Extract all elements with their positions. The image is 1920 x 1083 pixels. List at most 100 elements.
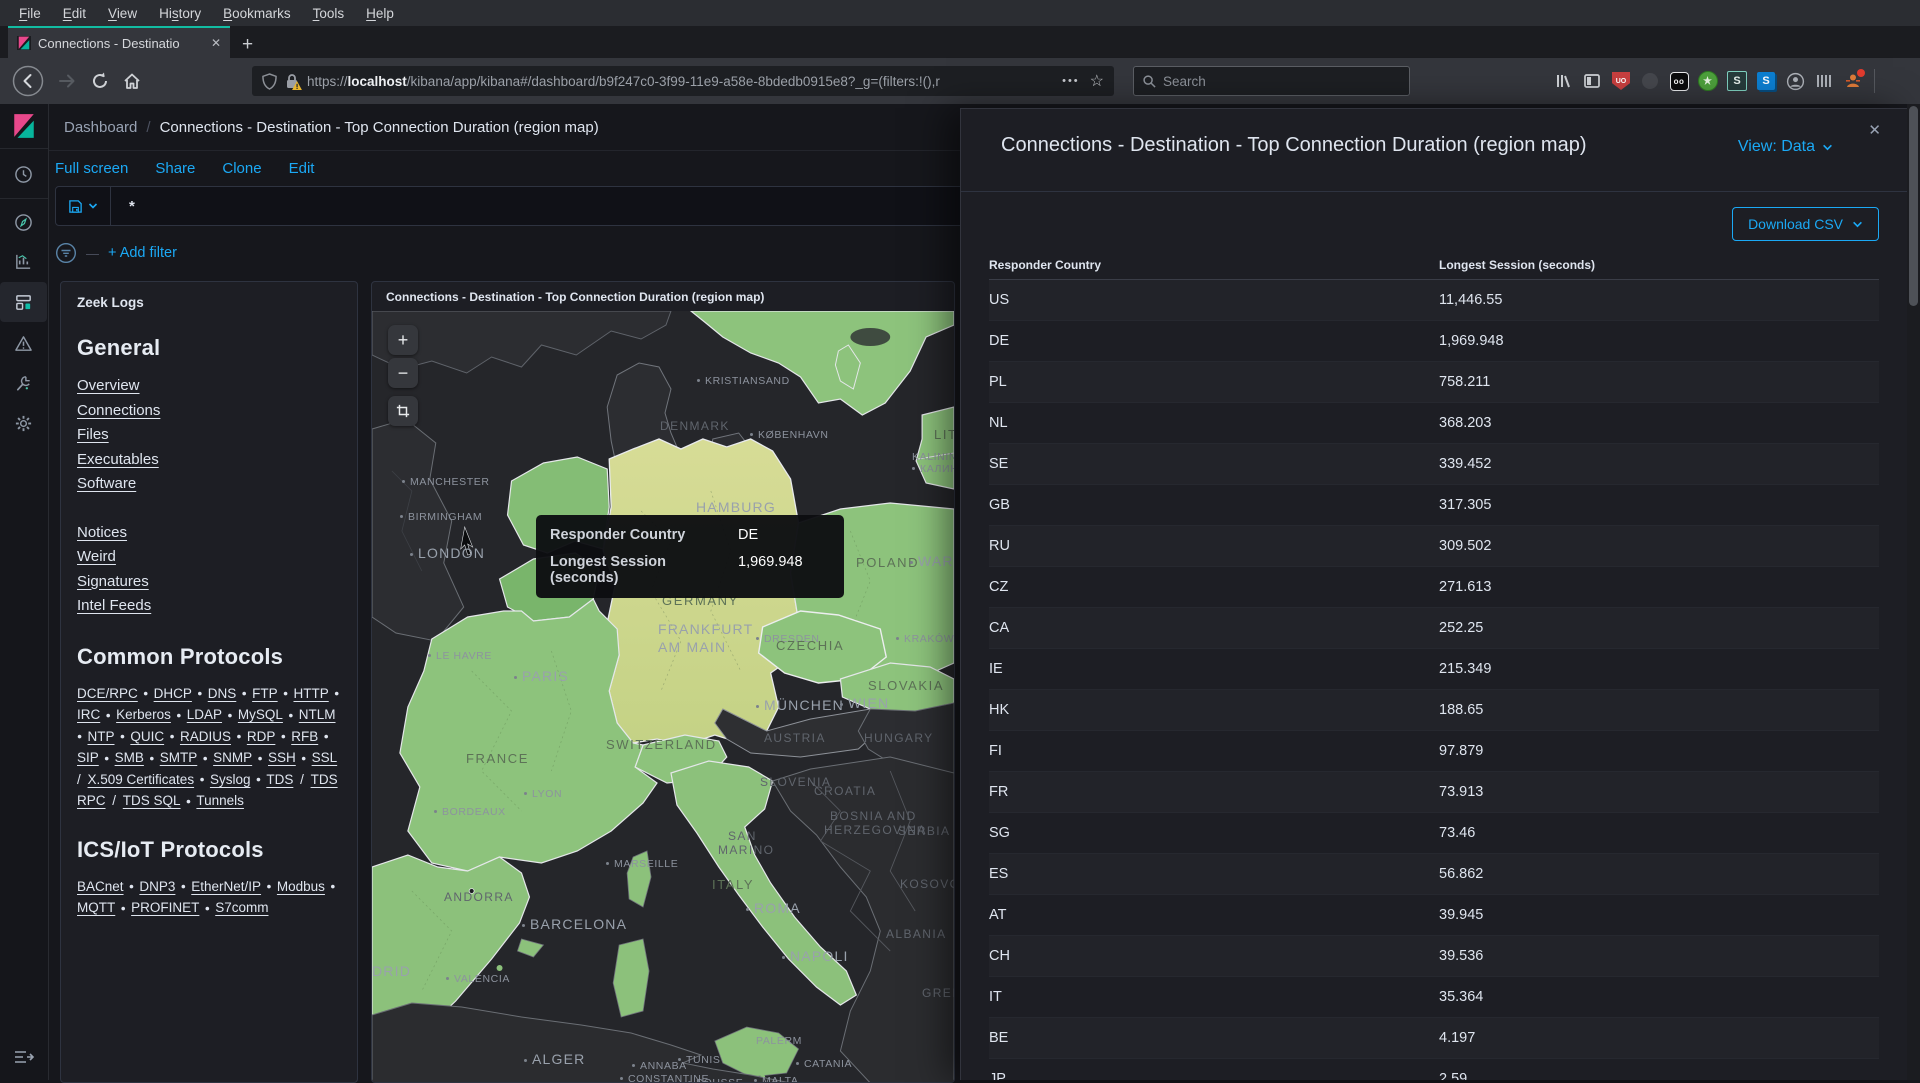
saved-query-menu[interactable] (56, 187, 111, 225)
protocol-link-x-509-certificates[interactable]: X.509 Certificates (88, 772, 195, 787)
table-row[interactable]: CZ 271.613 (989, 567, 1879, 608)
library-icon[interactable] (1550, 69, 1576, 93)
table-row[interactable]: SE 339.452 (989, 444, 1879, 485)
devtools-wrench-icon[interactable] (0, 363, 47, 403)
nav-link-intel-feeds[interactable]: Intel Feeds (77, 594, 341, 619)
protocol-link-syslog[interactable]: Syslog (210, 772, 251, 787)
collapse-nav-icon[interactable] (13, 1049, 35, 1070)
notification-extension-icon[interactable] (1840, 69, 1866, 93)
table-row[interactable]: NL 368.203 (989, 403, 1879, 444)
add-filter-link[interactable]: + Add filter (108, 245, 177, 261)
browser-search-bar[interactable]: Search (1133, 66, 1410, 96)
management-gear-icon[interactable] (0, 403, 47, 443)
protocol-link-ntp[interactable]: NTP (88, 729, 115, 744)
protocol-link-sip[interactable]: SIP (77, 750, 99, 765)
menu-file[interactable]: File (8, 6, 52, 21)
share-link[interactable]: Share (155, 160, 195, 177)
table-row[interactable]: JP 2.59 (989, 1059, 1879, 1080)
protocol-link-kerberos[interactable]: Kerberos (116, 707, 171, 722)
nav-link-connections[interactable]: Connections (77, 399, 341, 424)
protocol-link-bacnet[interactable]: BACnet (77, 879, 124, 894)
lock-warning-icon[interactable] (285, 73, 302, 90)
protocol-link-smb[interactable]: SMB (115, 750, 144, 765)
green-extension-icon[interactable] (1695, 69, 1721, 93)
table-row[interactable]: HK 188.65 (989, 690, 1879, 731)
protocol-link-dnp3[interactable]: DNP3 (139, 879, 175, 894)
table-row[interactable]: FI 97.879 (989, 731, 1879, 772)
browser-tab[interactable]: Connections - Destinatio ✕ (8, 26, 230, 58)
table-row[interactable]: SG 73.46 (989, 813, 1879, 854)
protocol-link-dhcp[interactable]: DHCP (154, 686, 192, 701)
map-zoom-in-button[interactable]: + (388, 325, 418, 355)
protocol-link-tunnels[interactable]: Tunnels (196, 793, 244, 808)
scrollbar-thumb[interactable] (1909, 106, 1918, 306)
tab-close-icon[interactable]: ✕ (211, 36, 221, 50)
dimmed-extension-icon[interactable] (1637, 69, 1663, 93)
protocol-link-profinet[interactable]: PROFINET (131, 900, 199, 915)
dark-s-extension-icon[interactable]: S (1724, 69, 1750, 93)
protocol-link-http[interactable]: HTTP (293, 686, 328, 701)
protocol-link-ethernet-ip[interactable]: EtherNet/IP (191, 879, 261, 894)
table-row[interactable]: CH 39.536 (989, 936, 1879, 977)
menu-history[interactable]: History (148, 6, 212, 21)
ublock-origin-icon[interactable]: UO (1608, 69, 1634, 93)
download-csv-button[interactable]: Download CSV (1732, 207, 1879, 241)
clone-link[interactable]: Clone (222, 160, 261, 177)
column-responder-country[interactable]: Responder Country (989, 258, 1439, 272)
nav-link-signatures[interactable]: Signatures (77, 570, 341, 595)
nav-link-weird[interactable]: Weird (77, 545, 341, 570)
protocol-link-dns[interactable]: DNS (208, 686, 237, 701)
protocol-link-mysql[interactable]: MySQL (238, 707, 283, 722)
edit-link[interactable]: Edit (289, 160, 315, 177)
table-row[interactable]: AT 39.945 (989, 895, 1879, 936)
recently-viewed-clock-icon[interactable] (0, 154, 47, 194)
nav-link-files[interactable]: Files (77, 423, 341, 448)
nav-link-software[interactable]: Software (77, 472, 341, 497)
table-row[interactable]: GB 317.305 (989, 485, 1879, 526)
table-row[interactable]: ES 56.862 (989, 854, 1879, 895)
protocol-link-snmp[interactable]: SNMP (213, 750, 252, 765)
forward-button[interactable] (56, 70, 78, 92)
protocol-link-mqtt[interactable]: MQTT (77, 900, 115, 915)
protocol-link-irc[interactable]: IRC (77, 707, 100, 722)
protocol-link-modbus[interactable]: Modbus (277, 879, 325, 894)
shield-icon[interactable] (262, 72, 277, 90)
protocol-link-dce-rpc[interactable]: DCE/RPC (77, 686, 138, 701)
column-longest-session[interactable]: Longest Session (seconds) (1439, 258, 1879, 272)
protocol-link-quic[interactable]: QUIC (130, 729, 164, 744)
protocol-link-ssl[interactable]: SSL (312, 750, 338, 765)
menu-tools[interactable]: Tools (302, 6, 356, 21)
protocol-link-rdp[interactable]: RDP (247, 729, 276, 744)
close-icon[interactable]: ✕ (1862, 120, 1887, 140)
dashboard-icon[interactable] (0, 282, 47, 322)
view-data-selector[interactable]: View: Data (1738, 138, 1833, 156)
map-fit-bounds-button[interactable] (388, 396, 418, 426)
account-icon[interactable] (1782, 69, 1808, 93)
table-row[interactable]: IE 215.349 (989, 649, 1879, 690)
visualize-chart-icon[interactable] (0, 241, 47, 281)
table-row[interactable]: DE 1,969.948 (989, 321, 1879, 362)
protocol-link-ftp[interactable]: FTP (252, 686, 278, 701)
menu-hamburger-icon[interactable] (1886, 75, 1904, 88)
table-row[interactable]: CA 252.25 (989, 608, 1879, 649)
url-bar[interactable]: https://localhost/kibana/app/kibana#/das… (252, 66, 1114, 96)
sidebar-icon[interactable] (1579, 69, 1605, 93)
menu-edit[interactable]: Edit (52, 6, 97, 21)
nav-link-notices[interactable]: Notices (77, 521, 341, 546)
containers-icon[interactable] (1811, 69, 1837, 93)
alerts-triangle-icon[interactable] (0, 323, 47, 363)
home-button[interactable] (122, 71, 142, 91)
menu-bookmarks[interactable]: Bookmarks (212, 6, 302, 21)
back-button[interactable] (12, 65, 44, 97)
protocol-link-ssh[interactable]: SSH (268, 750, 296, 765)
region-map[interactable]: KRISTIANSAND DENMARK KØBENHAVN LIT KALININGR… (372, 311, 954, 1082)
menu-help[interactable]: Help (355, 6, 405, 21)
protocol-link-tds[interactable]: TDS (266, 772, 293, 787)
map-zoom-out-button[interactable]: − (388, 358, 418, 388)
table-row[interactable]: IT 35.364 (989, 977, 1879, 1018)
protocol-link-smtp[interactable]: SMTP (160, 750, 198, 765)
menu-view[interactable]: View (97, 6, 148, 21)
nav-link-overview[interactable]: Overview (77, 374, 341, 399)
protocol-link-ntlm[interactable]: NTLM (299, 707, 336, 722)
bookmark-star-icon[interactable]: ☆ (1090, 71, 1104, 91)
